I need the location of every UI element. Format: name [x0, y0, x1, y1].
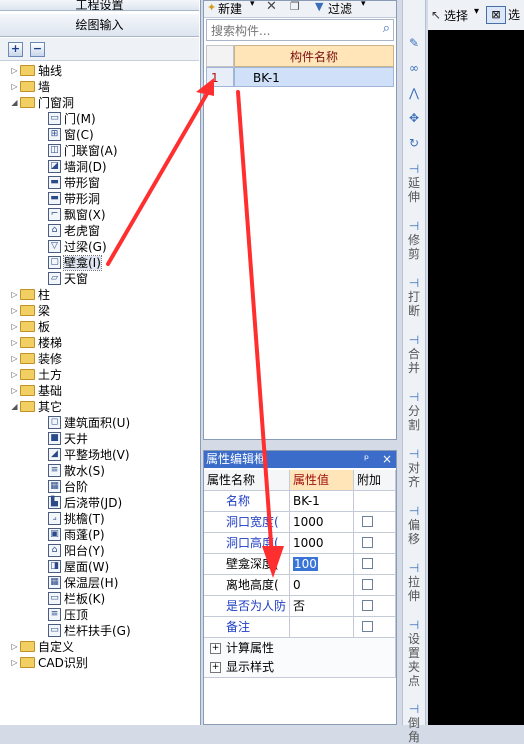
arrow-line-1 — [106, 90, 210, 266]
arrow-head-2 — [262, 546, 284, 578]
arrow-head-1 — [196, 78, 214, 96]
annotation-arrows — [106, 78, 284, 578]
arrow-line-2 — [236, 90, 274, 558]
